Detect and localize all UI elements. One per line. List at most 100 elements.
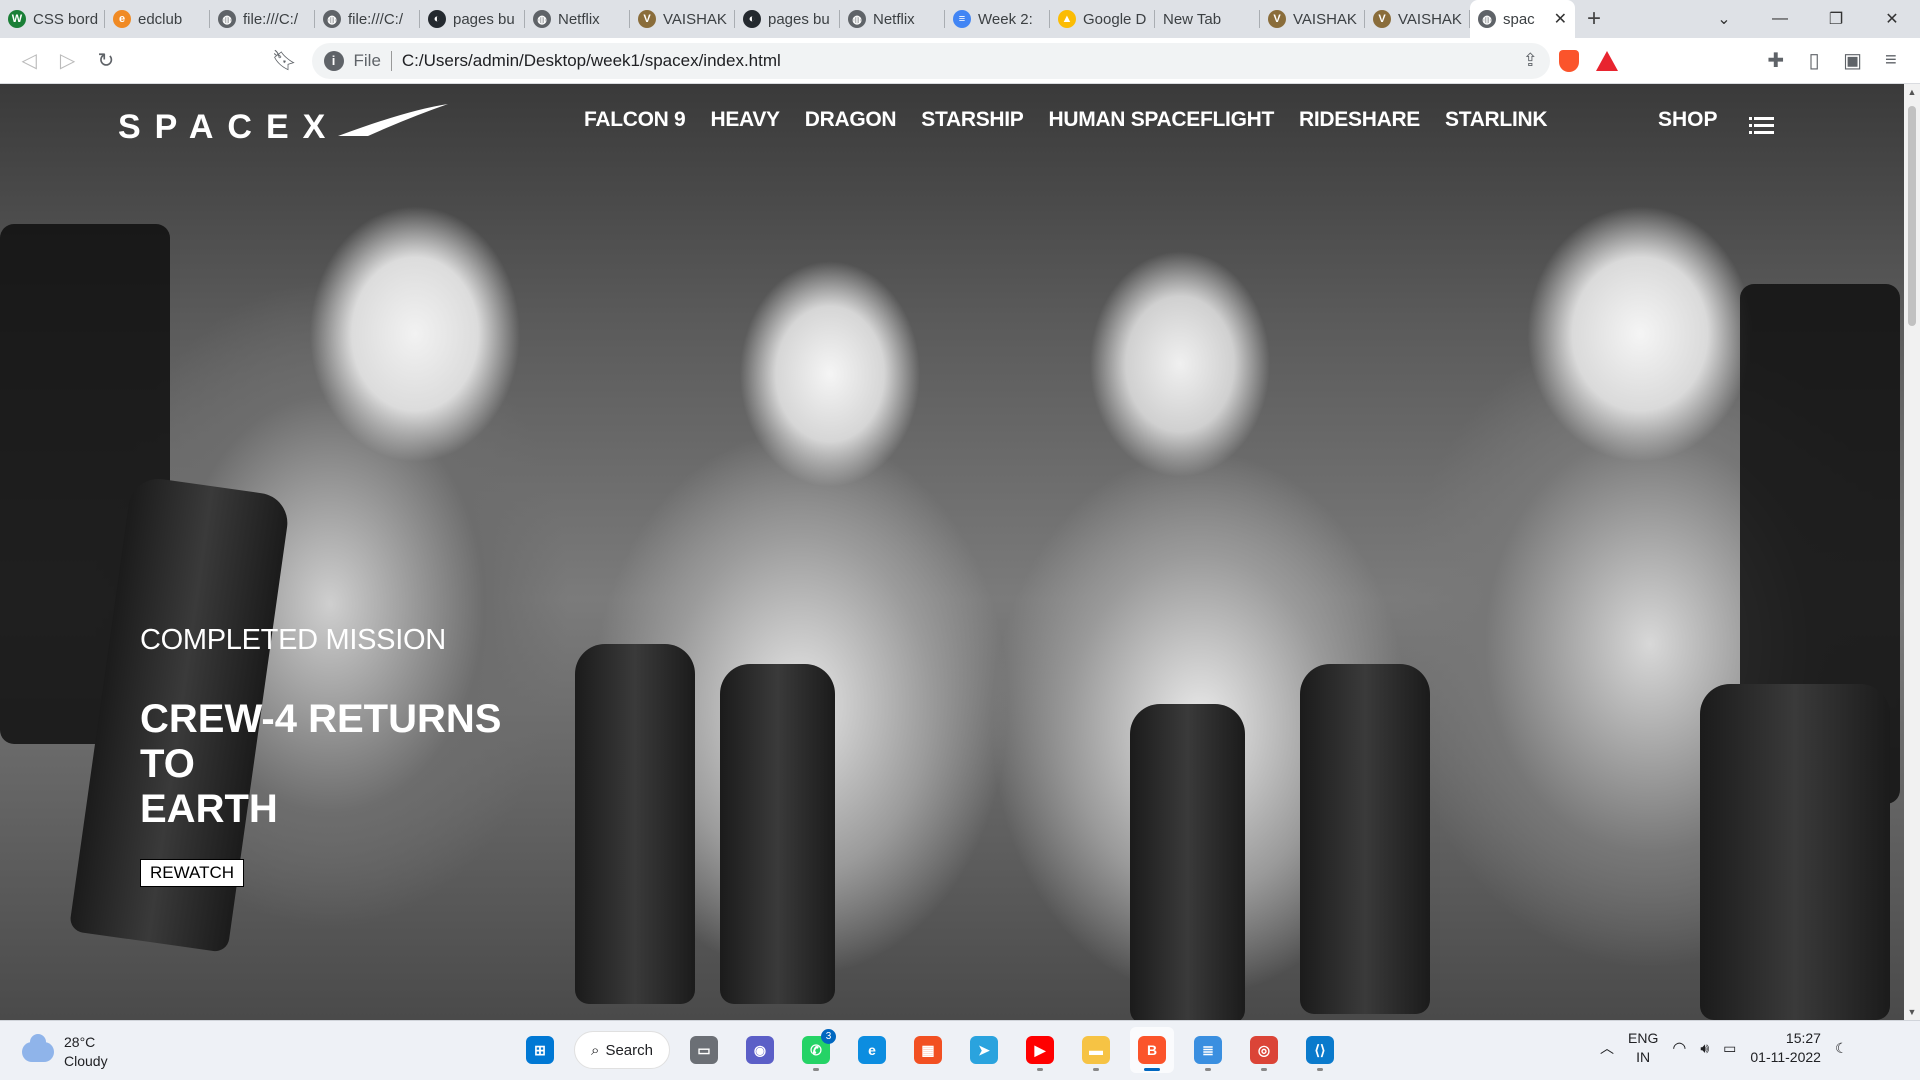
extensions-icon[interactable]: ✚ [1757,41,1795,81]
browser-tab[interactable]: ▲ Google D [1050,0,1155,38]
brave-shields-icon[interactable] [1550,41,1588,81]
browser-tab[interactable]: ◍ Netflix [525,0,630,38]
browser-tab[interactable]: e edclub [105,0,210,38]
youtube-icon: ▶ [1026,1036,1054,1064]
browser-tab[interactable]: ◍ Netflix [840,0,945,38]
chrome-button[interactable]: ◎ [1242,1027,1286,1073]
close-window-button[interactable]: ✕ [1864,0,1920,38]
tab-list: W CSS bord e edclub ◍ file:///C:/ ◍ file:///C:/… [0,0,1575,38]
wallet-icon[interactable]: ▣ [1833,41,1871,81]
browser-menu-icon[interactable]: ≡ [1872,41,1910,81]
telegram-button[interactable]: ➤ [962,1027,1006,1073]
globe-icon: ◍ [323,10,341,28]
bookmark-icon[interactable]: 🔖︎ [265,41,303,81]
rewatch-button[interactable]: REWATCH [140,859,245,887]
page-scrollbar[interactable]: ▲ ▼ [1904,84,1920,1020]
browser-tab[interactable]: ◍ file:///C:/ [315,0,420,38]
close-tab-icon[interactable]: ✕ [1554,9,1567,29]
reload-button[interactable]: ↻ [87,41,125,81]
scroll-up-icon[interactable]: ▲ [1904,84,1920,100]
notifications-icon[interactable]: ☾ [1835,1040,1848,1057]
browser-tab[interactable]: V VAISHAK [630,0,735,38]
brave-button[interactable]: B [1130,1027,1174,1073]
running-indicator [1144,1068,1160,1071]
nav-link-rideshare[interactable]: RIDESHARE [1299,108,1420,132]
back-button[interactable]: ◁ [10,41,48,81]
tab-title: spac [1503,10,1535,28]
boot-shape [1130,704,1245,1020]
browser-tab[interactable]: ◐ pages bu [735,0,840,38]
new-tab-button[interactable]: + [1575,0,1613,38]
browser-tab[interactable]: ≡ Week 2: [945,0,1050,38]
tab-active[interactable]: ◍ spac ✕ [1470,0,1575,38]
drive-icon: ▲ [1058,10,1076,28]
weather-temp: 28°C [64,1034,96,1050]
browser-tab[interactable]: ◍ file:///C:/ [210,0,315,38]
volume-icon[interactable]: 🔊︎ [1700,1040,1709,1057]
brave-rewards-icon[interactable] [1588,41,1626,81]
browser-tab-strip: W CSS bord e edclub ◍ file:///C:/ ◍ file:///C:/… [0,0,1920,38]
browser-tab[interactable]: V VAISHAK [1365,0,1470,38]
nav-link-human-spaceflight[interactable]: HUMAN SPACEFLIGHT [1049,108,1275,132]
clock[interactable]: 15:27 01-11-2022 [1750,1029,1821,1067]
spacex-logo[interactable]: SPACEX [118,100,448,149]
chrome-icon: ◎ [1250,1036,1278,1064]
edge-button[interactable]: e [850,1027,894,1073]
weather-widget[interactable]: 28°C Cloudy [22,1033,108,1071]
globe-icon: ◍ [1478,10,1496,28]
teams-button[interactable]: ◉ [738,1027,782,1073]
taskbar-search[interactable]: ⌕ Search [574,1031,670,1069]
task-view-button[interactable]: ▭ [682,1027,726,1073]
boot-shape [720,664,835,1004]
mission-title-line: CREW-4 RETURNS [140,697,502,741]
tray-overflow-chevron-icon[interactable]: ︿ [1600,1038,1614,1058]
tab-title: New Tab [1163,10,1222,28]
address-bar[interactable]: i File C:/Users/admin/Desktop/week1/spac… [311,42,1550,79]
nav-link-starship[interactable]: STARSHIP [921,108,1024,132]
nav-link-dragon[interactable]: DRAGON [805,108,897,132]
folder-icon: ▬ [1082,1036,1110,1064]
scroll-down-icon[interactable]: ▼ [1904,1004,1920,1020]
store-icon: ▦ [914,1036,942,1064]
window-controls: ⌄ — ❐ ✕ [1696,0,1920,38]
w-icon: W [8,10,26,28]
forward-button[interactable]: ▷ [48,41,86,81]
clock-time: 15:27 [1785,1030,1821,1046]
browser-tab[interactable]: New Tab [1155,0,1260,38]
browser-toolbar: ◁ ▷ ↻ 🔖︎ i File C:/Users/admin/Desktop/w… [0,38,1920,84]
whatsapp-button[interactable]: ✆ 3 [794,1027,838,1073]
browser-tab[interactable]: W CSS bord [0,0,105,38]
restore-button[interactable]: ❐ [1808,0,1864,38]
address-scheme: File [354,50,392,71]
nav-link-falcon-9[interactable]: FALCON 9 [584,108,686,132]
start-button[interactable]: ⊞ [518,1027,562,1073]
site-info-icon[interactable]: i [323,50,344,71]
vscode-icon: ⟨⟩ [1306,1036,1334,1064]
share-icon[interactable]: ⇪ [1523,50,1538,71]
explorer-button[interactable]: ▬ [1074,1027,1118,1073]
language-indicator[interactable]: ENG IN [1628,1029,1658,1067]
browser-tab[interactable]: ◐ pages bu [420,0,525,38]
notepad-button[interactable]: ≣ [1186,1027,1230,1073]
battery-icon[interactable]: ▭ [1723,1040,1736,1057]
github-icon: ◐ [743,10,761,28]
nav-link-starlink[interactable]: STARLINK [1445,108,1548,132]
wifi-icon[interactable]: ◠ [1672,1038,1686,1058]
store-button[interactable]: ▦ [906,1027,950,1073]
browser-tab[interactable]: V VAISHAK [1260,0,1365,38]
nav-link-heavy[interactable]: HEAVY [710,108,780,132]
vscode-button[interactable]: ⟨⟩ [1298,1027,1342,1073]
tab-title: VAISHAK [1293,10,1357,28]
minimize-button[interactable]: — [1752,0,1808,38]
youtube-button[interactable]: ▶ [1018,1027,1062,1073]
tab-search-chevron-icon[interactable]: ⌄ [1696,0,1752,38]
tab-title: VAISHAK [1398,10,1462,28]
clock-date: 01-11-2022 [1750,1049,1821,1065]
tab-title: Netflix [873,10,915,28]
scrollbar-thumb[interactable] [1908,106,1916,326]
sidebar-icon[interactable]: ▯ [1795,41,1833,81]
shop-link[interactable]: SHOP [1658,108,1718,132]
hamburger-menu-icon[interactable] [1749,117,1774,138]
globe-icon: ◍ [533,10,551,28]
search-icon: ⌕ [591,1041,600,1059]
